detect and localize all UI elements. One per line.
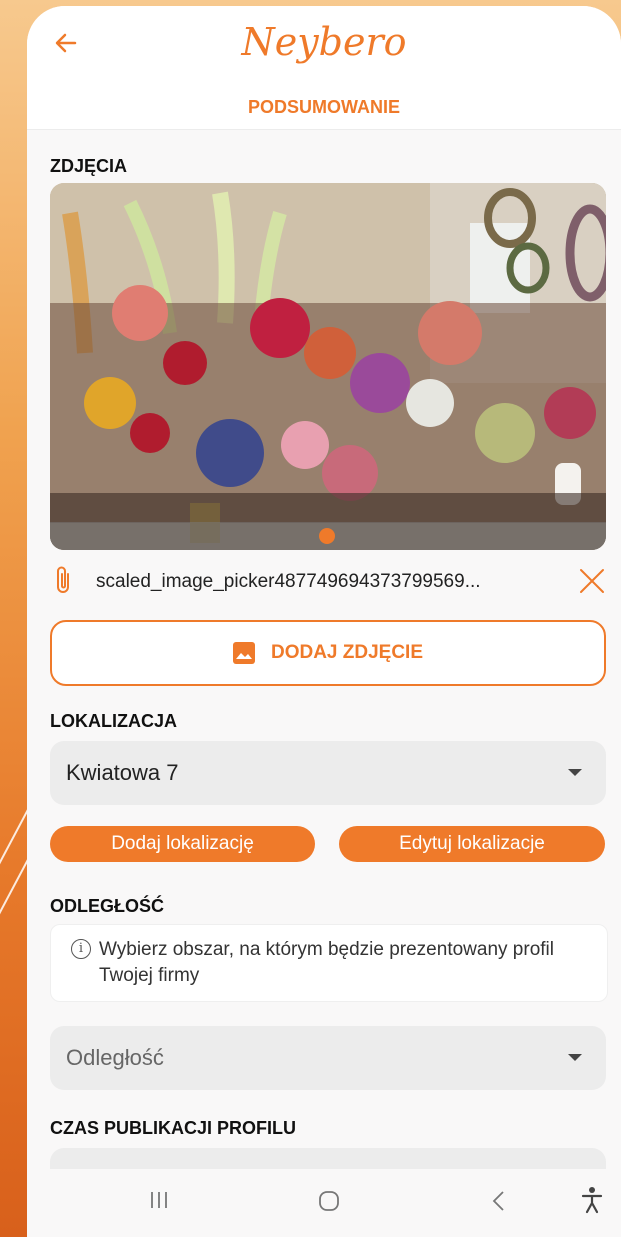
home-icon[interactable] <box>317 1189 341 1213</box>
add-photo-button[interactable]: DODAJ ZDJĘCIE <box>50 620 606 686</box>
distance-select[interactable]: Odległość <box>50 1026 606 1090</box>
attached-file-row: scaled_image_picker487749694373799569... <box>50 561 606 601</box>
page-title: PODSUMOWANIE <box>247 97 400 117</box>
location-section-label: LOKALIZACJA <box>50 711 177 731</box>
close-icon[interactable] <box>578 567 606 595</box>
photos-section-label: ZDJĘCIA <box>50 156 128 176</box>
location-selected-value: Kwiatowa 7 <box>66 760 179 785</box>
brand-logo: Neybero <box>241 20 407 64</box>
add-location-button[interactable]: Dodaj lokalizację <box>50 826 315 862</box>
caret-down-icon <box>568 769 582 776</box>
edit-location-button[interactable]: Edytuj lokalizacje <box>339 826 605 862</box>
info-icon: i <box>71 939 91 959</box>
caret-down-icon <box>568 1054 582 1061</box>
location-select[interactable]: Kwiatowa 7 <box>50 741 606 805</box>
chevron-left-icon[interactable] <box>489 1189 509 1213</box>
recents-icon[interactable] <box>147 1189 171 1211</box>
system-nav-bar <box>27 1169 621 1237</box>
distance-placeholder: Odległość <box>66 1045 164 1070</box>
accessibility-icon[interactable] <box>580 1186 604 1214</box>
flower-shop-photo <box>50 183 606 550</box>
paperclip-icon <box>57 566 69 593</box>
phone-screen: Neybero PODSUMOWANIE ZDJĘCIA scaled_imag… <box>27 6 621 1237</box>
carousel-dot-active[interactable] <box>319 528 335 544</box>
distance-info-box: i Wybierz obszar, na którym będzie preze… <box>50 924 608 1002</box>
distance-section-label: ODLEGŁOŚĆ <box>50 896 165 916</box>
publication-section-label: CZAS PUBLIKACJI PROFILU <box>50 1118 297 1138</box>
distance-info-text: Wybierz obszar, na którym będzie prezent… <box>99 939 554 986</box>
file-name: scaled_image_picker487749694373799569... <box>96 571 481 592</box>
add-photo-label: DODAJ ZDJĘCIE <box>270 642 424 663</box>
app-header: Neybero PODSUMOWANIE <box>27 6 621 130</box>
image-icon <box>232 642 255 664</box>
photo-carousel[interactable] <box>50 183 606 550</box>
